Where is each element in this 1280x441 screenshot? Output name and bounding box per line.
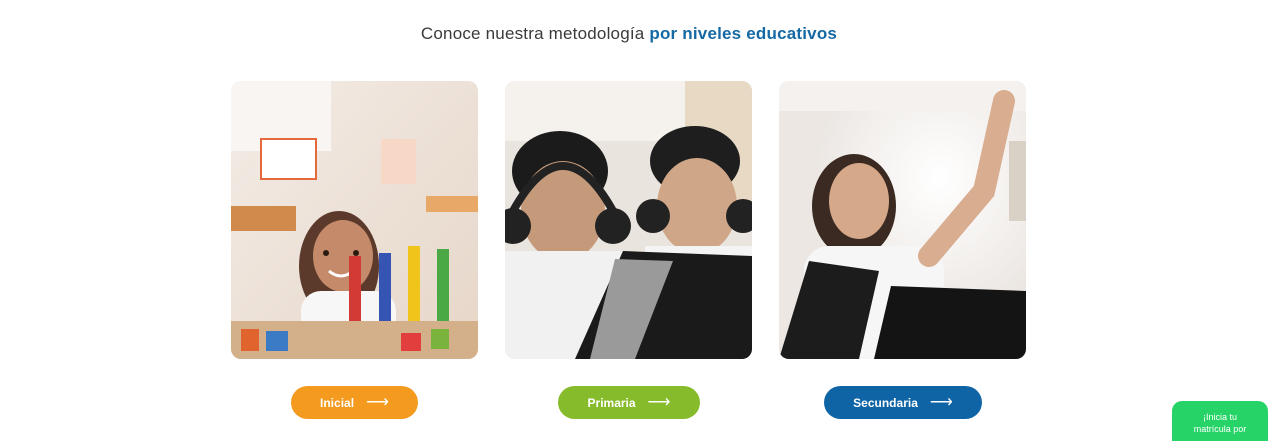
section-title: Conoce nuestra metodología por niveles e… (0, 24, 1258, 44)
section-title-regular: Conoce nuestra metodología (420, 24, 645, 43)
inicial-button-label: Inicial (320, 395, 355, 410)
secundaria-button[interactable]: Secundaria ⟶ (824, 386, 982, 419)
enrollment-chat-widget[interactable]: ¡Inicia tu matrícula por (1172, 401, 1268, 441)
level-image-primaria (505, 81, 752, 359)
arrow-right-icon: ⟶ (647, 393, 671, 411)
arrow-right-icon: ⟶ (929, 393, 953, 411)
section-title-highlight: por niveles educativos (649, 24, 838, 43)
chat-widget-line-2: matrícula por (1193, 424, 1247, 434)
primaria-button-label: Primaria (587, 395, 636, 410)
arrow-right-icon: ⟶ (366, 393, 389, 411)
inicial-button[interactable]: Inicial ⟶ (291, 386, 418, 419)
level-image-inicial (231, 81, 478, 359)
chat-widget-line-1: ¡Inicia tu (1202, 412, 1237, 422)
level-image-secundaria (779, 81, 1026, 359)
secundaria-button-label: Secundaria (853, 395, 918, 410)
primaria-button[interactable]: Primaria ⟶ (558, 386, 700, 419)
